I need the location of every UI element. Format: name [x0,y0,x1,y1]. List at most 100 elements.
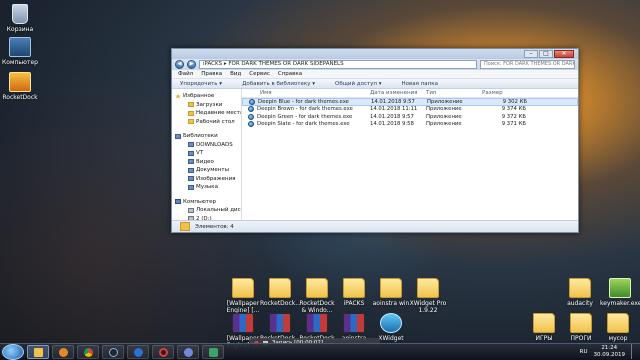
nav-item[interactable]: Рабочий стол [172,118,241,127]
file-row[interactable]: Deepin Blue - for dark themes.exe 14.01.2… [242,98,578,106]
nav-item[interactable]: Музыка [172,183,241,192]
library-icon [188,142,194,148]
share-button[interactable]: Общий доступ ▾ [335,81,382,87]
menu-item-tools[interactable]: Сервис [249,71,270,77]
file-name: Deepin Green - for dark themes.exe [257,113,353,120]
nav-item[interactable]: Избранное [172,92,241,101]
desktop-icon-label: RocketDock & Windo... [299,300,335,314]
desktop-icon-label: audacity [567,300,593,307]
nav-item[interactable]: Компьютер [172,198,241,207]
file-type: Приложение [426,121,462,128]
menu-item-view[interactable]: Вид [230,71,241,77]
desktop-icon[interactable]: keymaker.exe [600,278,640,307]
desktop-icon[interactable]: ИГРЫ [524,313,564,342]
xwidget-icon [380,313,402,333]
nav-item[interactable]: DOWNLOADS [172,141,241,150]
desktop-icon-computer[interactable]: Компьютер [0,37,40,66]
file-name: Deepin Blue - for dark themes.exe [258,98,349,105]
nav-item[interactable]: Недавние места [172,109,241,118]
explorer-content: Избранное Загрузки Недавние места Рабочий с… [172,89,578,220]
column-name[interactable]: Имя [242,90,370,96]
desktop-icon[interactable]: мусор [598,313,638,342]
desktop-icon-label: RocketDock [2,94,38,101]
desktop-icon-recycle-bin[interactable]: Корзина [0,4,40,33]
menu-bar: Файл Правка Вид Сервис Справка [172,70,578,79]
library-icon [188,150,194,156]
clock[interactable]: 21:24 30.09.2019 [594,345,626,359]
minimize-button[interactable]: – [524,50,538,58]
desktop-icon-label: Компьютер [2,59,38,66]
desktop-icon[interactable]: aoinstra win [371,278,411,307]
column-type[interactable]: Тип [426,90,482,96]
menu-item-file[interactable]: Файл [178,71,193,77]
menu-item-edit[interactable]: Правка [201,71,222,77]
desktop-icon-rocketdock[interactable]: RocketDock [0,72,40,101]
desktop-icon-label: XWidget Pro 1.9.22 [409,300,447,314]
desktop-icon[interactable]: iPACKS [334,278,374,307]
desktop-icon[interactable]: XWidget Pro 1.9.22 [408,278,448,314]
computer-icon [9,37,31,57]
desktop-icon[interactable]: RocketDock... [260,278,301,307]
title-bar[interactable]: – □ ✕ [172,49,578,59]
close-button[interactable]: ✕ [554,50,574,58]
taskbar-explorer[interactable] [27,345,49,359]
desktop-icon[interactable]: ПРОГИ [561,313,601,342]
taskbar-media[interactable] [52,345,74,359]
recycle-bin-icon [12,4,28,24]
item-count: Элементов: 4 [195,223,234,230]
record-icon [158,347,168,357]
navigation-pane[interactable]: Избранное Загрузки Недавние места Рабочий с… [172,89,242,220]
taskbar-chrome[interactable] [77,345,99,359]
add-to-library-button[interactable]: Добавить в библиотеку ▾ [242,81,315,87]
taskbar-browser[interactable] [127,345,149,359]
file-name-cell: Deepin Blue - for dark themes.exe [243,98,371,105]
desktop-icon[interactable]: [Wallpaper Engine] [... [223,278,263,314]
folder-icon [306,278,328,298]
maximize-button[interactable]: □ [539,50,553,58]
file-row[interactable]: Deepin Brown - for dark themes.exe 14.01.… [242,106,578,114]
language-indicator[interactable]: RU [580,349,588,355]
folder-icon [232,278,254,298]
library-icon [188,184,194,190]
nav-item[interactable]: Документы [172,166,241,175]
computer-icon [175,199,181,205]
menu-item-help[interactable]: Справка [278,71,302,77]
new-folder-button[interactable]: Новая папка [402,81,438,87]
file-list[interactable]: Имя Дата изменения Тип Размер Deepin Blu… [242,89,578,220]
taskbar-discord[interactable] [177,345,199,359]
favorites-icon [175,93,181,99]
start-button[interactable] [2,344,24,360]
organize-button[interactable]: Упорядочить ▾ [180,81,222,87]
back-button[interactable]: ◀ [175,60,184,69]
taskbar-app[interactable] [202,345,224,359]
search-input[interactable]: Поиск: FOR DARK THEMES OR DARK ... [480,60,575,69]
nav-item-label: Локальный диск [196,207,242,213]
nav-item[interactable]: Видео [172,158,241,167]
address-path[interactable]: iPACKS ▸ FOR DARK THEMES OR DARK SIDEPAN… [199,60,477,69]
system-tray: RU 21:24 30.09.2019 [580,344,636,359]
file-row[interactable]: Deepin Slate - for dark themes.exe 14.01.… [242,121,578,129]
desktop-icon[interactable]: RocketDock & Windo... [297,278,337,314]
file-row[interactable]: Deepin Green - for dark themes.exe 14.01.… [242,113,578,121]
winrar-icon [232,313,254,333]
file-name: Deepin Brown - for dark themes.exe [257,106,353,113]
forward-button[interactable]: ▶ [187,60,196,69]
column-size[interactable]: Размер [482,90,532,96]
file-size: 9 374 КБ [501,106,526,113]
folder-icon [343,278,365,298]
taskbar-steam[interactable] [102,345,124,359]
explorer-window[interactable]: – □ ✕ ◀ ▶ iPACKS ▸ FOR DARK THEMES OR DA… [171,48,579,233]
taskbar-recorder[interactable] [152,345,174,359]
chrome-icon [83,347,93,357]
nav-item-label: DOWNLOADS [196,141,233,148]
nav-item[interactable]: VT [172,149,241,158]
nav-item[interactable]: Загрузки [172,101,241,110]
status-bar: Элементов: 4 [172,220,578,232]
show-desktop-button[interactable] [631,344,636,359]
nav-item[interactable]: Библиотеки [172,132,241,141]
nav-item[interactable]: Локальный диск [172,206,241,215]
nav-item[interactable]: Изображения [172,175,241,184]
desktop-icon[interactable]: audacity [560,278,600,307]
column-date[interactable]: Дата изменения [370,90,426,96]
winrar-icon [306,313,328,333]
